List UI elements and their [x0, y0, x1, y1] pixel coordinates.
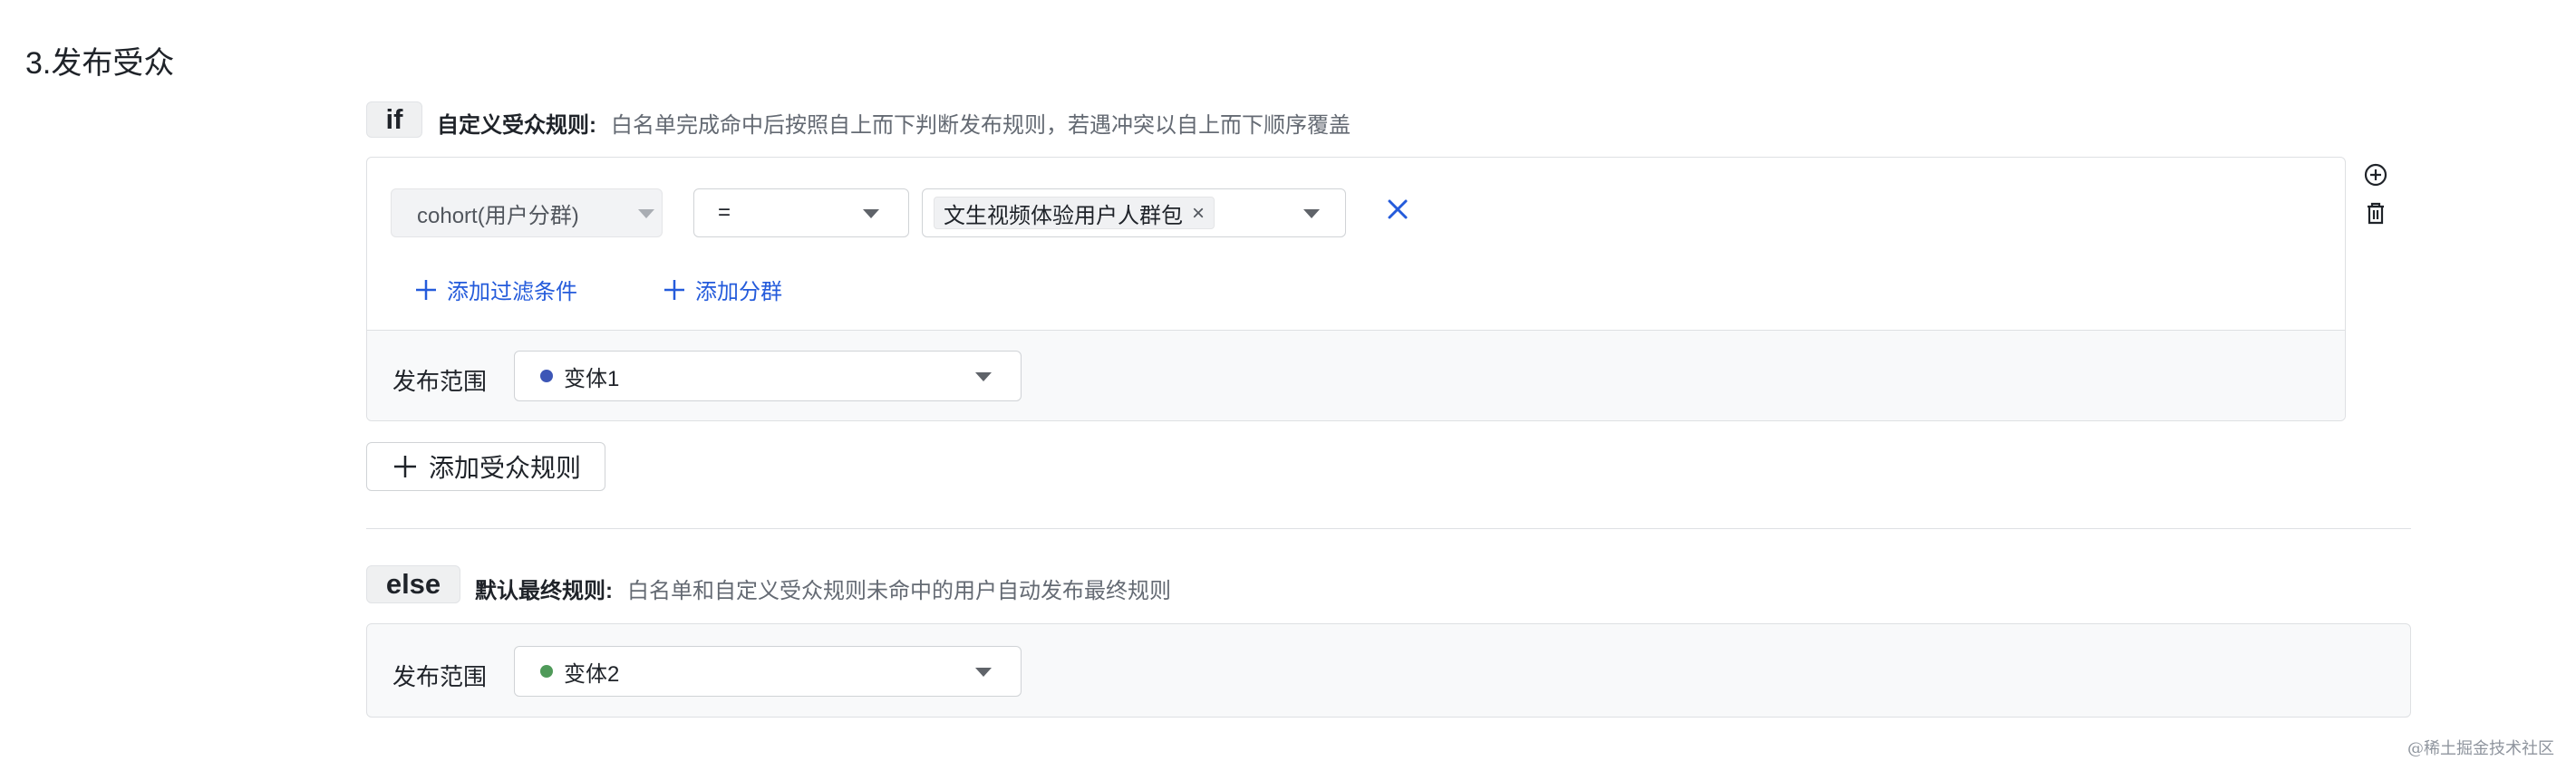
chevron-down-icon	[638, 209, 654, 218]
operator-select-value: =	[718, 200, 731, 225]
range-label: 发布范围	[392, 368, 488, 395]
plus-icon	[664, 279, 684, 300]
operator-select[interactable]: =	[693, 188, 909, 237]
if-rule-label: 自定义受众规则:	[437, 113, 596, 138]
else-rule-label: 默认最终规则:	[475, 579, 613, 603]
field-select: cohort(用户分群)	[391, 188, 663, 237]
variant-select-value: 变体2	[564, 661, 620, 687]
add-filter-link[interactable]: 添加过滤条件	[414, 274, 577, 305]
add-rule-label: 添加受众规则	[429, 454, 582, 482]
cohort-value-select[interactable]: 文生视频体验用户人群包 ×	[922, 188, 1346, 237]
variant-dot-icon	[540, 665, 553, 678]
variant-select-value: 变体1	[564, 366, 620, 391]
else-badge: else	[366, 565, 460, 603]
add-group-label: 添加分群	[695, 280, 782, 304]
watermark: @稀土掘金技术社区	[2407, 739, 2554, 758]
variant-select[interactable]: 变体2	[514, 646, 1022, 697]
cohort-tag: 文生视频体验用户人群包 ×	[934, 197, 1215, 229]
chevron-down-icon	[863, 209, 879, 218]
add-group-link[interactable]: 添加分群	[663, 274, 782, 305]
range-label: 发布范围	[392, 663, 488, 690]
remove-condition-icon[interactable]	[1382, 192, 1415, 228]
variant-select[interactable]: 变体1	[514, 351, 1022, 401]
plus-icon	[394, 456, 416, 477]
chevron-down-icon	[975, 668, 992, 677]
section-title: 3.发布受众	[25, 46, 175, 81]
add-circle-icon[interactable]	[2362, 161, 2389, 188]
if-badge: if	[366, 101, 422, 138]
if-range-footer: 发布范围 变体1	[367, 330, 2345, 420]
if-rule-card: cohort(用户分群) = 文生视频体验用户人群包 × 添加过滤条件 添加分群…	[366, 157, 2346, 421]
divider	[366, 528, 2411, 529]
plus-icon	[416, 279, 436, 300]
tag-close-icon[interactable]: ×	[1192, 201, 1205, 226]
chevron-down-icon	[975, 372, 992, 381]
if-rule-description: 白名单完成命中后按照自上而下判断发布规则，若遇冲突以自上而下顺序覆盖	[611, 113, 1351, 138]
else-rule-card: 发布范围 变体2	[366, 623, 2411, 718]
trash-icon[interactable]	[2362, 199, 2389, 226]
add-rule-button[interactable]: 添加受众规则	[366, 442, 605, 491]
variant-dot-icon	[540, 370, 553, 382]
else-rule-description: 白名单和自定义受众规则未命中的用户自动发布最终规则	[627, 579, 1171, 603]
chevron-down-icon	[1303, 209, 1320, 218]
field-select-value: cohort(用户分群)	[417, 203, 579, 228]
add-filter-label: 添加过滤条件	[447, 280, 577, 304]
cohort-tag-label: 文生视频体验用户人群包	[944, 203, 1183, 228]
